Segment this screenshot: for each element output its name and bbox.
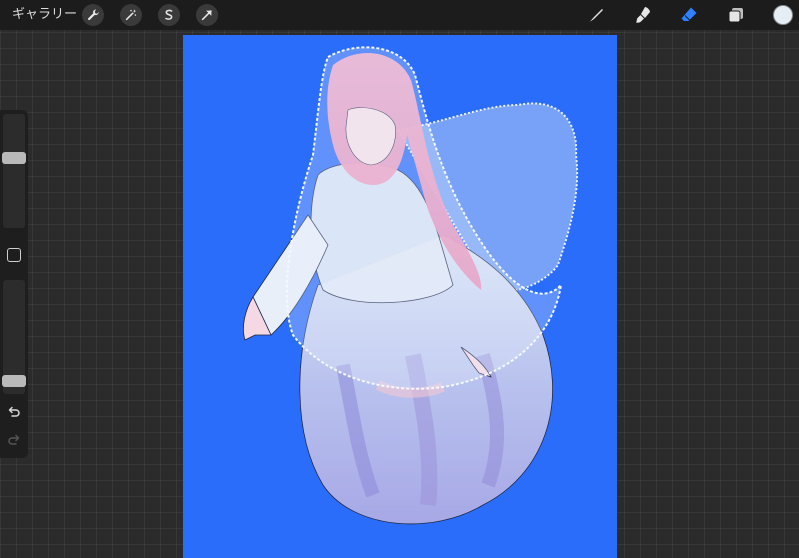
brush-size-slider[interactable] — [3, 114, 25, 228]
modify-button[interactable] — [7, 248, 21, 262]
left-sidebar — [0, 110, 28, 458]
redo-icon — [8, 434, 20, 445]
drawing-canvas[interactable] — [183, 35, 617, 558]
transform-arrow-icon — [201, 10, 212, 21]
adjustments-button[interactable] — [120, 4, 142, 26]
gallery-button[interactable]: ギャラリー — [12, 6, 77, 24]
selection-button[interactable] — [158, 4, 180, 26]
transform-button[interactable] — [196, 4, 218, 26]
brush-tool-button[interactable] — [585, 4, 607, 26]
eraser-tool-button[interactable] — [678, 4, 700, 26]
top-toolbar: ギャラリー — [0, 0, 799, 30]
magic-wand-icon — [125, 9, 137, 21]
eraser-icon — [681, 7, 697, 22]
color-picker-button[interactable] — [773, 5, 793, 25]
opacity-slider-thumb[interactable] — [2, 374, 26, 387]
smudge-tool-button[interactable] — [632, 4, 654, 26]
undo-button[interactable] — [6, 404, 22, 420]
layers-button[interactable] — [725, 4, 747, 26]
undo-icon — [8, 406, 20, 417]
brush-icon — [589, 9, 603, 22]
smudge-icon — [636, 7, 650, 23]
redo-button[interactable] — [6, 432, 22, 448]
layers-icon — [728, 8, 743, 23]
actions-button[interactable] — [82, 4, 104, 26]
artwork-illustration — [243, 46, 579, 525]
selection-icon — [165, 9, 173, 20]
brush-size-slider-thumb[interactable] — [2, 151, 26, 164]
wrench-icon — [88, 9, 99, 21]
